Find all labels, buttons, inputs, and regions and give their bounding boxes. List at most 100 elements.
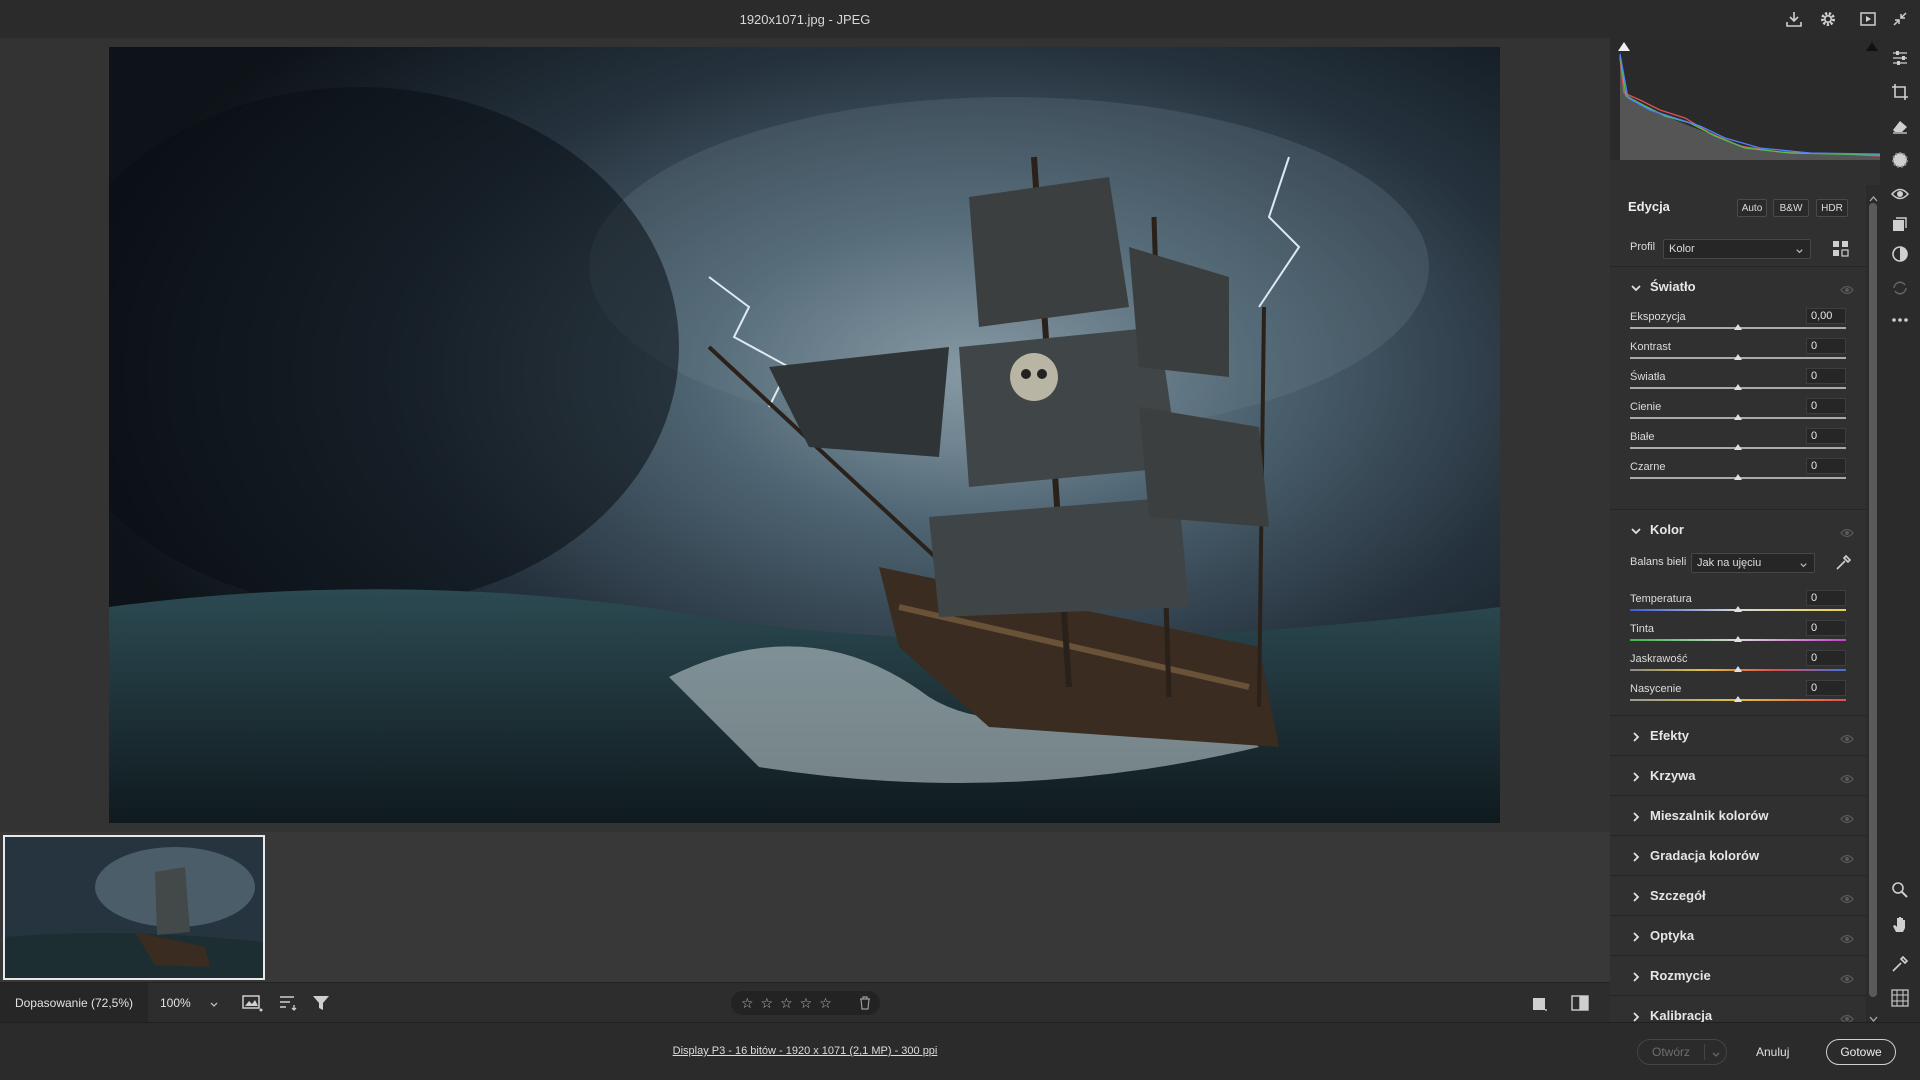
trash-icon[interactable] <box>859 996 871 1015</box>
profile-browser-grid-icon[interactable] <box>1832 240 1850 263</box>
crop-icon[interactable] <box>1890 82 1910 102</box>
shadow-clipping-warning-icon[interactable] <box>1618 42 1630 51</box>
red-eye-icon[interactable] <box>1890 184 1910 204</box>
profile-select[interactable]: Kolor <box>1663 239 1811 259</box>
visibility-eye-icon[interactable] <box>1840 525 1854 543</box>
section-header[interactable]: Kalibracja <box>1610 995 1866 1022</box>
fullscreen-toggle-icon[interactable] <box>1858 9 1878 29</box>
visibility-eye-icon[interactable] <box>1840 282 1854 300</box>
slider-row[interactable]: Tinta 0 <box>1630 620 1846 653</box>
visibility-eye-icon[interactable] <box>1840 891 1854 909</box>
collapse-arrows-icon[interactable] <box>1890 9 1910 29</box>
panel-scrollbar[interactable] <box>1866 185 1880 1022</box>
slider-row[interactable]: Ekspozycja 0,00 <box>1630 308 1846 341</box>
slider-thumb[interactable] <box>1734 474 1742 480</box>
done-button[interactable]: Gotowe <box>1826 1039 1896 1065</box>
section-header[interactable]: Mieszalnik kolorów <box>1610 795 1866 835</box>
presets-icon[interactable] <box>1890 214 1910 234</box>
slider-thumb[interactable] <box>1734 354 1742 360</box>
zoom-dropdown-chevron-icon[interactable] <box>209 997 219 1015</box>
slider-row[interactable]: Kontrast 0 <box>1630 338 1846 371</box>
slider-row[interactable]: Nasycenie 0 <box>1630 680 1846 713</box>
cancel-button[interactable]: Anuluj <box>1756 1045 1789 1059</box>
save-image-icon[interactable] <box>1784 9 1804 29</box>
slider-thumb[interactable] <box>1734 666 1742 672</box>
slider-thumb[interactable] <box>1734 696 1742 702</box>
slider-row[interactable]: Czarne 0 <box>1630 458 1846 491</box>
before-after-view-icon[interactable] <box>1570 993 1590 1018</box>
zoom-magnifier-icon[interactable] <box>1890 880 1910 900</box>
settings-gear-icon[interactable] <box>1818 9 1838 29</box>
histogram <box>1610 38 1881 160</box>
slider-value-input[interactable]: 0 <box>1806 458 1846 474</box>
scroll-down-icon[interactable] <box>1869 1009 1878 1027</box>
fit-zoom-button[interactable]: Dopasowanie (72,5%) <box>0 983 148 1022</box>
slider-value-input[interactable]: 0 <box>1806 650 1846 666</box>
bw-button[interactable]: B&W <box>1773 199 1809 217</box>
visibility-eye-icon[interactable] <box>1840 731 1854 749</box>
section-header[interactable]: Efekty <box>1610 715 1866 755</box>
auto-button[interactable]: Auto <box>1737 199 1767 217</box>
slider-row[interactable]: Cienie 0 <box>1630 398 1846 431</box>
filmstrip-display-icon[interactable] <box>242 993 264 1018</box>
color-sampler-icon[interactable] <box>1890 954 1910 974</box>
filmstrip <box>0 832 1610 982</box>
slider-thumb[interactable] <box>1734 606 1742 612</box>
image-info-link[interactable]: Display P3 - 16 bitów - 1920 x 1071 (2,1… <box>0 1045 1610 1057</box>
slider-thumb[interactable] <box>1734 414 1742 420</box>
slider-value-input[interactable]: 0 <box>1806 398 1846 414</box>
filter-funnel-icon[interactable] <box>311 993 331 1018</box>
section-header[interactable]: Rozmycie <box>1610 955 1866 995</box>
filmstrip-thumbnail[interactable] <box>3 835 265 980</box>
visibility-eye-icon[interactable] <box>1840 851 1854 869</box>
slider-value-input[interactable]: 0 <box>1806 620 1846 636</box>
sync-icon[interactable] <box>1890 278 1910 298</box>
slider-value-input[interactable]: 0 <box>1806 680 1846 696</box>
more-options-icon[interactable] <box>1890 310 1910 330</box>
image-canvas[interactable] <box>0 38 1610 832</box>
visibility-eye-icon[interactable] <box>1840 771 1854 789</box>
masking-icon[interactable] <box>1890 150 1910 170</box>
visibility-eye-icon[interactable] <box>1840 971 1854 989</box>
slider-thumb[interactable] <box>1734 384 1742 390</box>
highlight-clipping-warning-icon[interactable] <box>1866 42 1878 51</box>
open-options-chevron-icon[interactable] <box>1711 1047 1721 1065</box>
zoom-100-button[interactable]: 100% <box>160 996 191 1010</box>
color-circle-icon[interactable] <box>1890 244 1910 264</box>
edit-sliders-icon[interactable] <box>1890 48 1910 68</box>
visibility-eye-icon[interactable] <box>1840 811 1854 829</box>
slider-value-input[interactable]: 0 <box>1806 590 1846 606</box>
slider-value-input[interactable]: 0,00 <box>1806 308 1846 324</box>
section-header[interactable]: Optyka <box>1610 915 1866 955</box>
light-section-header[interactable]: Światło <box>1610 266 1866 306</box>
hand-tool-icon[interactable] <box>1890 914 1910 934</box>
pirate-ship-photo[interactable] <box>109 47 1500 823</box>
slider-thumb[interactable] <box>1734 444 1742 450</box>
white-balance-label: Balans bieli <box>1630 556 1687 568</box>
slider-row[interactable]: Temperatura 0 <box>1630 590 1846 623</box>
rating-stars-icon[interactable]: ☆☆☆☆☆ <box>741 995 839 1012</box>
slider-value-input[interactable]: 0 <box>1806 428 1846 444</box>
slider-row[interactable]: Światła 0 <box>1630 368 1846 401</box>
white-balance-select[interactable]: Jak na ujęciu <box>1691 553 1815 573</box>
grid-overlay-icon[interactable] <box>1890 988 1910 1008</box>
slider-value-input[interactable]: 0 <box>1806 338 1846 354</box>
healing-eraser-icon[interactable] <box>1890 116 1910 136</box>
section-header[interactable]: Krzywa <box>1610 755 1866 795</box>
eyedropper-icon[interactable] <box>1834 554 1852 577</box>
slider-thumb[interactable] <box>1734 636 1742 642</box>
color-section-header[interactable]: Kolor <box>1610 509 1866 549</box>
section-header[interactable]: Szczegół <box>1610 875 1866 915</box>
section-header[interactable]: Gradacja kolorów <box>1610 835 1866 875</box>
visibility-eye-icon[interactable] <box>1840 931 1854 949</box>
scroll-thumb[interactable] <box>1869 203 1877 997</box>
single-view-icon[interactable] <box>1531 995 1549 1018</box>
sort-icon[interactable] <box>278 993 298 1018</box>
hdr-button[interactable]: HDR <box>1816 199 1848 217</box>
slider-row[interactable]: Jaskrawość 0 <box>1630 650 1846 683</box>
open-button[interactable]: Otwórz <box>1638 1040 1704 1064</box>
visibility-eye-icon[interactable] <box>1840 1011 1854 1022</box>
slider-thumb[interactable] <box>1734 324 1742 330</box>
slider-row[interactable]: Białe 0 <box>1630 428 1846 461</box>
slider-value-input[interactable]: 0 <box>1806 368 1846 384</box>
